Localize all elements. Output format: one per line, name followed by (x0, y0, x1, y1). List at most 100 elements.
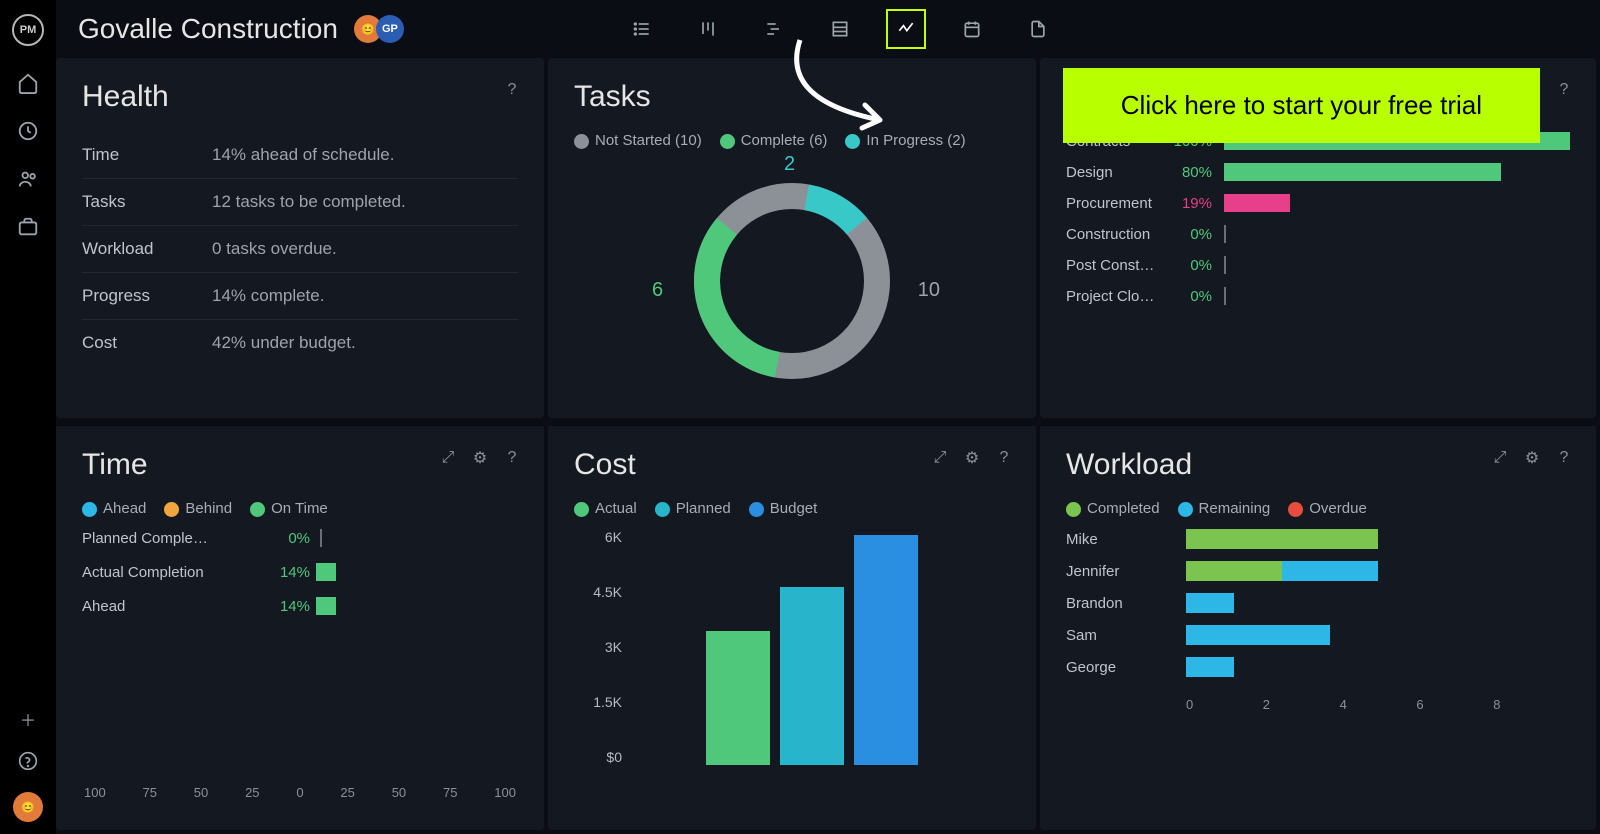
legend-dot (1288, 502, 1303, 517)
health-row: Cost42% under budget. (82, 320, 518, 366)
app-logo[interactable]: PM (12, 14, 44, 46)
legend-item[interactable]: Planned (655, 500, 731, 517)
cost-help-icon[interactable]: ? (994, 448, 1014, 468)
time-row: Actual Completion 14% (82, 563, 518, 581)
team-icon[interactable] (17, 168, 39, 190)
time-help-icon[interactable]: ? (502, 448, 522, 468)
member-avatars[interactable]: 😊 GP (354, 15, 404, 43)
legend-item[interactable]: Complete (6) (720, 132, 828, 149)
axis-tick: 50 (392, 785, 406, 800)
legend-dot (574, 502, 589, 517)
time-bar (316, 597, 336, 615)
workload-help-icon[interactable]: ? (1554, 448, 1574, 468)
workload-bar-seg (1282, 561, 1378, 581)
time-settings-icon[interactable]: ⚙ (470, 448, 490, 468)
home-icon[interactable] (17, 72, 39, 94)
progress-bar (1224, 194, 1290, 212)
health-value: 12 tasks to be completed. (212, 192, 406, 212)
legend-item[interactable]: Actual (574, 500, 637, 517)
progress-pct: 80% (1166, 164, 1224, 181)
time-pct: 14% (250, 564, 310, 581)
time-pct: 0% (250, 530, 310, 547)
view-list-icon[interactable] (622, 9, 662, 49)
avatar-2[interactable]: GP (376, 15, 404, 43)
tasks-count-notstarted: 10 (918, 279, 940, 302)
time-row: Planned Comple… 0% (82, 529, 518, 547)
workload-expand-icon[interactable]: ⤢ (1490, 448, 1510, 468)
health-row: Workload0 tasks overdue. (82, 226, 518, 273)
portfolio-icon[interactable] (17, 216, 39, 238)
legend-item[interactable]: Behind (164, 500, 232, 517)
legend-dot (574, 134, 589, 149)
legend-item[interactable]: Ahead (82, 500, 146, 517)
health-key: Workload (82, 239, 212, 259)
legend-item[interactable]: Budget (749, 500, 818, 517)
view-calendar-icon[interactable] (952, 9, 992, 49)
axis-tick: 4 (1340, 697, 1417, 712)
workload-card: Workload ⤢ ⚙ ? CompletedRemainingOverdue… (1040, 422, 1596, 830)
legend-dot (1066, 502, 1081, 517)
add-icon[interactable]: ＋ (17, 708, 39, 730)
workload-name: Brandon (1066, 595, 1186, 612)
axis-tick: 25 (245, 785, 259, 800)
workload-name: Sam (1066, 627, 1186, 644)
health-key: Progress (82, 286, 212, 306)
axis-tick: 6K (574, 529, 622, 545)
view-dashboard-icon[interactable] (886, 9, 926, 49)
view-sheet-icon[interactable] (820, 9, 860, 49)
time-label: Planned Comple… (82, 530, 250, 547)
cost-expand-icon[interactable]: ⤢ (930, 448, 950, 468)
workload-bar-seg (1186, 561, 1282, 581)
legend-item[interactable]: On Time (250, 500, 328, 517)
cost-bar (854, 535, 918, 765)
legend-item[interactable]: Remaining (1178, 500, 1271, 517)
legend-dot (1178, 502, 1193, 517)
time-bar (316, 563, 336, 581)
axis-tick: 25 (340, 785, 354, 800)
free-trial-cta[interactable]: Click here to start your free trial (1063, 68, 1540, 143)
cost-settings-icon[interactable]: ⚙ (962, 448, 982, 468)
workload-row: Jennifer (1066, 561, 1570, 581)
health-help-icon[interactable]: ? (502, 80, 522, 100)
progress-row: Post Const… 0% (1066, 256, 1570, 274)
progress-row: Construction 0% (1066, 225, 1570, 243)
progress-row: Design 80% (1066, 163, 1570, 181)
progress-help-icon[interactable]: ? (1554, 80, 1574, 100)
help-icon[interactable] (17, 750, 39, 772)
axis-tick: 0 (296, 785, 303, 800)
topbar: Govalle Construction 😊 GP (56, 0, 1600, 58)
workload-settings-icon[interactable]: ⚙ (1522, 448, 1542, 468)
view-gantt-icon[interactable] (754, 9, 794, 49)
workload-bar-seg (1186, 657, 1234, 677)
health-value: 42% under budget. (212, 333, 356, 353)
legend-item[interactable]: In Progress (2) (845, 132, 965, 149)
progress-pct: 0% (1166, 288, 1224, 305)
legend-dot (164, 502, 179, 517)
axis-tick: 2 (1263, 697, 1340, 712)
time-label: Ahead (82, 598, 250, 615)
progress-pct: 0% (1166, 257, 1224, 274)
tasks-title: Tasks (574, 80, 1010, 114)
workload-name: George (1066, 659, 1186, 676)
time-expand-icon[interactable]: ⤢ (438, 448, 458, 468)
progress-bar-zero (1224, 256, 1226, 274)
axis-tick: 75 (143, 785, 157, 800)
legend-item[interactable]: Overdue (1288, 500, 1367, 517)
tasks-card: Tasks Not Started (10) Complete (6) In Pro… (548, 58, 1036, 418)
progress-bar-zero (1224, 225, 1226, 243)
axis-tick: 0 (1186, 697, 1263, 712)
workload-row: George (1066, 657, 1570, 677)
progress-label: Procurement (1066, 195, 1166, 212)
legend-item[interactable]: Not Started (10) (574, 132, 702, 149)
time-label: Actual Completion (82, 564, 250, 581)
cost-bar (706, 631, 770, 765)
view-files-icon[interactable] (1018, 9, 1058, 49)
axis-tick: 8 (1493, 697, 1570, 712)
axis-tick: 6 (1416, 697, 1493, 712)
user-avatar[interactable]: 😊 (13, 792, 43, 822)
legend-item[interactable]: Completed (1066, 500, 1160, 517)
recent-icon[interactable] (17, 120, 39, 142)
health-key: Tasks (82, 192, 212, 212)
health-key: Time (82, 145, 212, 165)
view-board-icon[interactable] (688, 9, 728, 49)
